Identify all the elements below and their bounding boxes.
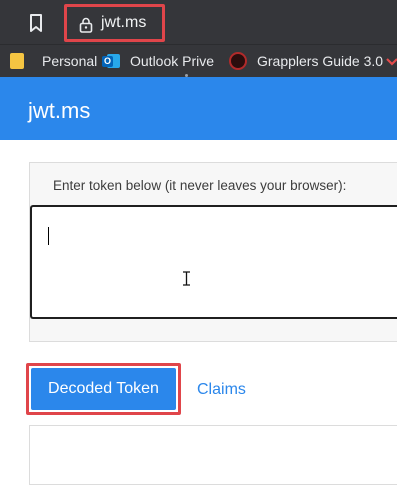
token-input-label: Enter token below (it never leaves your … <box>53 178 347 193</box>
outlook-icon: O <box>102 53 120 69</box>
bookmark-label: Grapplers Guide 3.0 <box>257 53 384 69</box>
bookmarks-bar: Personal O Outlook Prive Grapplers Guide… <box>0 44 397 78</box>
grapplers-guide-icon <box>229 52 247 70</box>
app-title[interactable]: jwt.ms <box>28 99 90 123</box>
bookmark-outlook-prive[interactable]: O Outlook Prive <box>102 50 214 72</box>
tab-claims[interactable]: Claims <box>197 380 246 400</box>
bookmark-label: Outlook Prive <box>130 53 215 69</box>
token-textarea[interactable] <box>30 205 397 319</box>
tab-label: Decoded Token <box>31 368 176 410</box>
text-caret <box>48 227 49 245</box>
token-panel: Enter token below (it never leaves your … <box>29 162 397 342</box>
lock-icon[interactable] <box>79 17 93 33</box>
decoded-token-content <box>29 425 397 485</box>
url-text[interactable]: jwt.ms <box>101 13 146 33</box>
browser-toolbar: jwt.ms <box>0 0 397 44</box>
tab-decoded-token[interactable]: Decoded Token <box>26 363 181 415</box>
text-cursor-icon <box>183 271 190 286</box>
bookmark-personal[interactable]: Personal <box>10 50 97 72</box>
app-header: jwt.ms <box>0 77 397 140</box>
address-bar[interactable]: jwt.ms <box>64 4 165 42</box>
bookmarks-overflow-icon[interactable] <box>386 57 397 67</box>
bookmark-label: Personal <box>42 53 98 69</box>
bookmark-grapplers-guide[interactable]: Grapplers Guide 3.0 <box>229 50 383 72</box>
bookmark-star-icon[interactable] <box>26 13 46 33</box>
folder-icon <box>10 53 24 69</box>
